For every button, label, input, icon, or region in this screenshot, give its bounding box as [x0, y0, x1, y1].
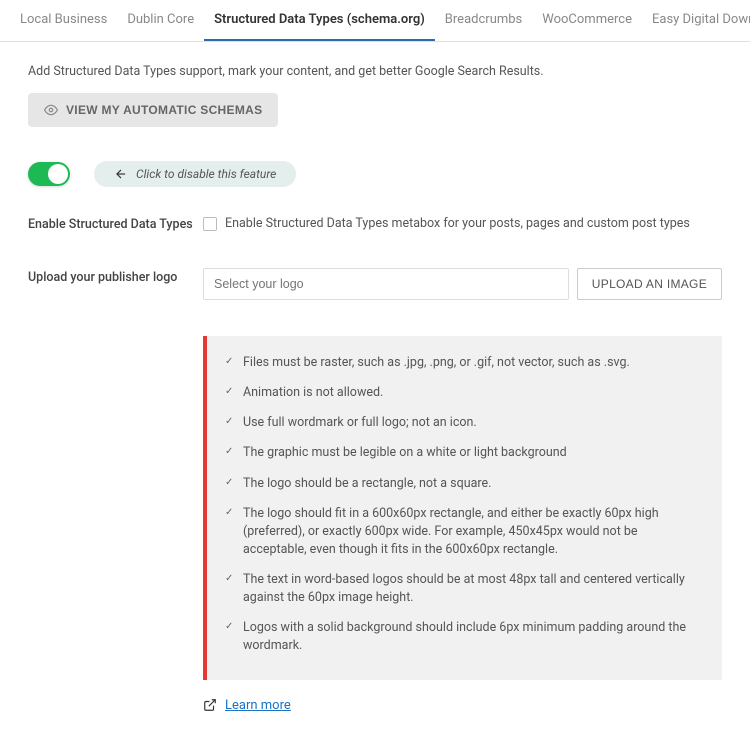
tab-local-business[interactable]: Local Business	[10, 0, 117, 41]
view-schemas-label: VIEW MY AUTOMATIC SCHEMAS	[66, 103, 262, 117]
logo-input[interactable]	[203, 268, 569, 300]
tab-breadcrumbs[interactable]: Breadcrumbs	[435, 0, 532, 41]
enable-checkbox-wrap: Enable Structured Data Types metabox for…	[203, 216, 690, 231]
guideline-item: Files must be raster, such as .jpg, .png…	[225, 354, 704, 372]
tab-content: Add Structured Data Types support, mark …	[0, 42, 750, 735]
guideline-item: Use full wordmark or full logo; not an i…	[225, 414, 704, 432]
guidelines-list: Files must be raster, such as .jpg, .png…	[225, 354, 704, 656]
guideline-item: The graphic must be legible on a white o…	[225, 444, 704, 462]
upload-row: Upload your publisher logo UPLOAD AN IMA…	[28, 268, 722, 300]
upload-button[interactable]: UPLOAD AN IMAGE	[577, 268, 722, 300]
guideline-item: Animation is not allowed.	[225, 384, 704, 402]
learn-more-row: Learn more	[203, 698, 722, 713]
guideline-item: Logos with a solid background should inc…	[225, 619, 704, 655]
tab-structured-data-types-schema-org[interactable]: Structured Data Types (schema.org)	[204, 0, 435, 41]
learn-more-link[interactable]: Learn more	[225, 698, 291, 713]
tab-woocommerce[interactable]: WooCommerce	[532, 0, 642, 41]
toggle-hint-text: Click to disable this feature	[136, 167, 276, 181]
enable-checkbox-label: Enable Structured Data Types metabox for…	[225, 216, 690, 231]
guideline-item: The text in word-based logos should be a…	[225, 571, 704, 607]
upload-label: Upload your publisher logo	[28, 268, 203, 285]
intro-text: Add Structured Data Types support, mark …	[28, 64, 722, 79]
enable-label: Enable Structured Data Types	[28, 215, 203, 232]
guideline-item: The logo should fit in a 600x60px rectan…	[225, 505, 704, 559]
toggle-hint-pill[interactable]: Click to disable this feature	[94, 161, 296, 187]
tab-dublin-core[interactable]: Dublin Core	[117, 0, 204, 41]
guideline-item: The logo should be a rectangle, not a sq…	[225, 475, 704, 493]
arrow-left-icon	[114, 167, 128, 181]
eye-icon	[44, 103, 58, 117]
enable-row: Enable Structured Data Types Enable Stru…	[28, 215, 722, 232]
tab-easy-digital-downloads[interactable]: Easy Digital Downloads	[642, 0, 750, 41]
external-link-icon	[203, 698, 217, 712]
tab-bar: Local BusinessDublin CoreStructured Data…	[0, 0, 750, 42]
feature-toggle[interactable]	[28, 162, 70, 186]
feature-toggle-row: Click to disable this feature	[28, 161, 722, 187]
enable-checkbox[interactable]	[203, 217, 217, 231]
view-schemas-button[interactable]: VIEW MY AUTOMATIC SCHEMAS	[28, 93, 278, 127]
logo-guidelines-notice: Files must be raster, such as .jpg, .png…	[203, 336, 722, 680]
